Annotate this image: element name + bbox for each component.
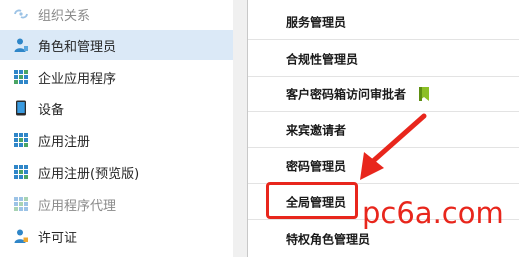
annotation-arrow-icon bbox=[360, 113, 427, 180]
role-label: 客户密码箱访问审批者 bbox=[286, 87, 407, 101]
device-icon bbox=[16, 100, 26, 116]
nav-item-app-registrations-preview[interactable]: 应用注册(预览版) bbox=[0, 157, 233, 187]
nav-item-label: 组织关系 bbox=[38, 8, 91, 24]
user-role-icon bbox=[14, 38, 28, 52]
license-icon bbox=[14, 229, 28, 243]
nav-item-roles-admins[interactable]: 角色和管理员 bbox=[0, 30, 233, 60]
scrollbar-gutter[interactable] bbox=[233, 0, 247, 257]
app-registrations-preview-icon bbox=[14, 165, 28, 179]
role-label: 密码管理员 bbox=[286, 159, 347, 173]
nav-item-app-proxy[interactable]: 应用程序代理 bbox=[0, 189, 233, 219]
left-navigation: 组织关系 角色和管理员 企业应用程序 设备 应用注册 应用注册(预览版) 应用程… bbox=[0, 0, 233, 257]
role-label: 特权角色管理员 bbox=[286, 232, 371, 247]
nav-item-label: 设备 bbox=[38, 102, 65, 118]
nav-item-licenses[interactable]: 许可证 bbox=[0, 221, 233, 251]
nav-item-label: 应用注册(预览版) bbox=[38, 166, 140, 182]
role-label: 合规性管理员 bbox=[286, 52, 359, 66]
role-row-compliance-admin[interactable]: 合规性管理员 bbox=[248, 41, 519, 77]
role-label: 来宾邀请者 bbox=[286, 123, 347, 137]
role-row-lockbox-approver[interactable]: 客户密码箱访问审批者 bbox=[248, 76, 519, 112]
role-label: 服务管理员 bbox=[286, 15, 347, 29]
enterprise-apps-icon bbox=[14, 70, 28, 84]
org-relations-icon bbox=[14, 9, 28, 19]
nav-item-label: 企业应用程序 bbox=[38, 71, 117, 87]
nav-item-enterprise-apps[interactable]: 企业应用程序 bbox=[0, 62, 233, 92]
nav-item-label: 应用注册 bbox=[38, 134, 91, 150]
app-proxy-icon bbox=[14, 197, 28, 211]
nav-item-org-relations[interactable]: 组织关系 bbox=[0, 0, 233, 28]
app-registrations-icon bbox=[14, 133, 28, 147]
watermark: pc6a.com bbox=[362, 196, 504, 230]
nav-item-devices[interactable]: 设备 bbox=[0, 93, 233, 123]
nav-item-label: 角色和管理员 bbox=[38, 39, 117, 55]
nav-item-label: 应用程序代理 bbox=[38, 198, 117, 214]
nav-item-app-registrations[interactable]: 应用注册 bbox=[0, 125, 233, 155]
highlight-box bbox=[266, 182, 358, 219]
preview-flag-icon bbox=[419, 86, 429, 101]
nav-item-label: 许可证 bbox=[38, 230, 78, 246]
role-row-service-admin[interactable]: 服务管理员 bbox=[248, 4, 519, 40]
